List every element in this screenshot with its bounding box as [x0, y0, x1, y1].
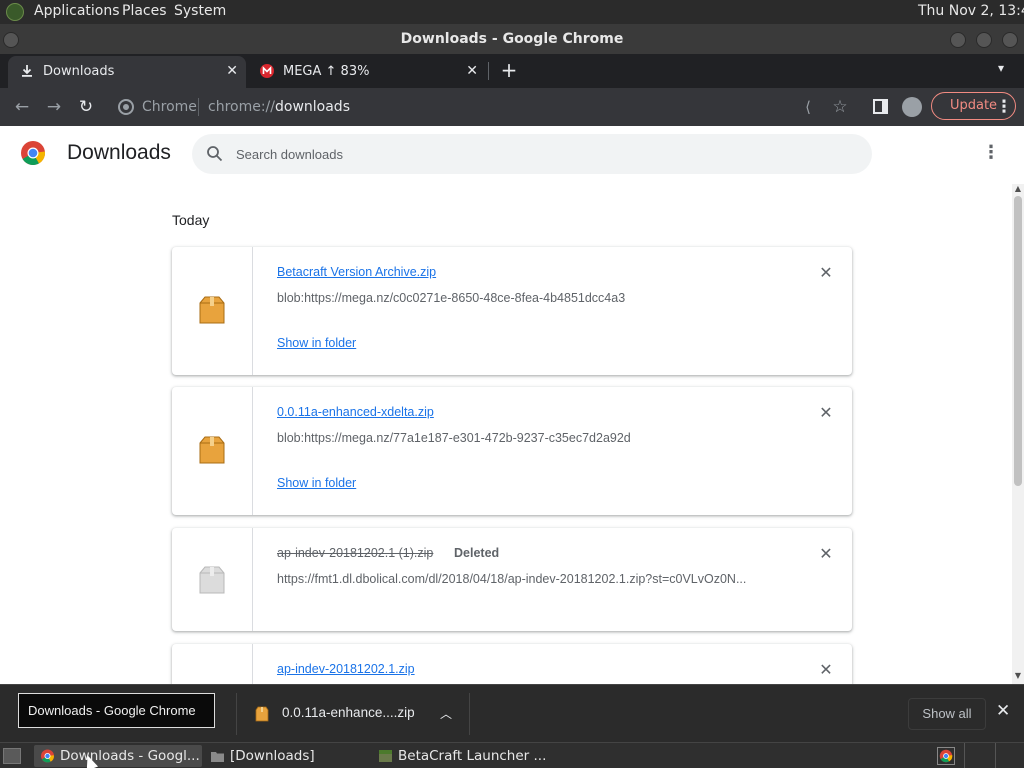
icon-column — [172, 528, 253, 631]
search-icon — [207, 146, 223, 162]
chrome-logo-icon — [21, 141, 45, 166]
taskbar: Downloads - Googl... [Downloads] BetaCra… — [0, 742, 1024, 768]
remove-item-icon[interactable]: ✕ — [816, 263, 836, 283]
tab-strip: Downloads ✕ MEGA ↑ 83% ✕ + ▾ — [0, 54, 1024, 88]
tab-downloads[interactable]: Downloads ✕ — [8, 56, 246, 88]
show-all-button[interactable]: Show all — [908, 698, 986, 730]
close-shelf-icon[interactable]: ✕ — [996, 701, 1010, 721]
tab-label: MEGA ↑ 83% — [283, 64, 370, 79]
browser-toolbar: ← → ↻ Chrome chrome://downloads ⟨ ☆ Upda… — [0, 88, 1024, 126]
downloads-page: Downloads ⋮ ▲ ▼ Today — [0, 126, 1024, 684]
new-tab-button[interactable]: + — [499, 58, 519, 82]
tab-search-chevron-icon[interactable]: ▾ — [992, 61, 1010, 79]
share-icon[interactable]: ⟨ — [798, 97, 818, 117]
show-in-folder-link[interactable]: Show in folder — [277, 476, 356, 490]
chrome-menu-icon[interactable]: ⋮ — [994, 97, 1014, 117]
icon-column — [172, 247, 253, 375]
remove-item-icon[interactable]: ✕ — [816, 403, 836, 423]
zip-file-icon — [199, 296, 225, 324]
tray-chrome-icon[interactable] — [937, 747, 955, 765]
clock[interactable]: Thu Nov 2, 13:40 — [918, 3, 1024, 19]
download-shelf: Downloads - Google Chrome 0.0.11a-enhanc… — [0, 684, 1024, 742]
task-label: [Downloads] — [230, 748, 315, 764]
profile-avatar-icon[interactable] — [902, 97, 922, 117]
remove-item-icon[interactable]: ✕ — [816, 544, 836, 564]
url-scheme: chrome:// — [208, 99, 275, 115]
scrollbar-thumb[interactable] — [1014, 196, 1022, 486]
url-host: downloads — [275, 99, 350, 115]
download-item-deleted: ap-indev-20181202.1 (1).zip Deleted http… — [172, 528, 852, 631]
minimize-icon[interactable] — [950, 32, 966, 48]
status-badge: Deleted — [454, 546, 500, 560]
task-label: Downloads - Googl... — [60, 748, 200, 764]
mega-icon — [260, 64, 274, 78]
show-in-folder-link[interactable]: Show in folder — [277, 336, 356, 350]
file-name-link[interactable]: Betacraft Version Archive.zip — [277, 265, 436, 279]
close-tab-icon[interactable]: ✕ — [466, 63, 478, 79]
section-header-today: Today — [172, 212, 210, 228]
gnome-logo-icon[interactable] — [6, 3, 24, 21]
task-chrome-downloads[interactable]: Downloads - Googl... — [34, 745, 202, 767]
tray-divider — [995, 743, 996, 768]
close-window-icon[interactable] — [1002, 32, 1018, 48]
more-options-icon[interactable]: ⋮ — [982, 142, 1000, 166]
file-source-url[interactable]: https://fmt1.dl.dbolical.com/dl/2018/04/… — [277, 572, 797, 586]
scroll-down-arrow-icon[interactable]: ▼ — [1013, 671, 1023, 681]
scrollbar[interactable] — [1012, 184, 1024, 684]
shelf-file-name: 0.0.11a-enhance....zip — [282, 705, 415, 720]
file-source-url[interactable]: blob:https://mega.nz/c0c0271e-8650-48ce-… — [277, 291, 797, 305]
back-arrow-icon[interactable]: ← — [12, 97, 32, 117]
forward-arrow-icon[interactable]: → — [44, 97, 64, 117]
chrome-icon — [41, 749, 54, 763]
file-name-link[interactable]: ap-indev-20181202.1.zip — [277, 662, 415, 676]
zip-file-icon — [199, 436, 225, 464]
file-name-deleted: ap-indev-20181202.1 (1).zip — [277, 546, 434, 560]
download-icon — [22, 65, 32, 77]
task-label: BetaCraft Launcher ... — [398, 748, 547, 764]
applications-menu[interactable]: Applications — [34, 3, 120, 19]
download-item: ap-indev-20181202.1.zip ✕ — [172, 644, 852, 684]
page-title: Downloads — [67, 141, 171, 164]
tab-divider — [488, 62, 489, 80]
task-betacraft[interactable]: BetaCraft Launcher ... — [372, 745, 546, 767]
chrome-small-icon — [118, 99, 134, 115]
icon-column — [172, 644, 253, 684]
search-box[interactable] — [192, 134, 872, 174]
close-tab-icon[interactable]: ✕ — [226, 63, 238, 79]
downloads-header: Downloads ⋮ — [0, 126, 1024, 182]
file-source-url[interactable]: blob:https://mega.nz/77a1e187-e301-472b-… — [277, 431, 797, 445]
betacraft-icon — [379, 750, 392, 762]
places-menu[interactable]: Places — [122, 3, 167, 19]
remove-item-icon[interactable]: ✕ — [816, 660, 836, 680]
omnibox[interactable]: Chrome chrome://downloads — [108, 92, 860, 122]
top-panel: Applications Places System Thu Nov 2, 13… — [0, 0, 1024, 24]
tray-divider — [964, 743, 965, 768]
window-tooltip: Downloads - Google Chrome — [18, 693, 215, 728]
show-desktop-icon[interactable] — [3, 748, 21, 764]
icon-column — [172, 387, 253, 515]
omnibox-separator — [198, 98, 199, 116]
tab-label: Downloads — [43, 64, 115, 79]
zip-file-icon — [255, 706, 269, 722]
search-input[interactable] — [236, 134, 836, 174]
file-name-link[interactable]: 0.0.11a-enhanced-xdelta.zip — [277, 405, 434, 419]
url-text[interactable]: chrome://downloads — [208, 99, 350, 115]
window-titlebar[interactable]: Downloads - Google Chrome — [0, 24, 1024, 54]
shelf-download-item[interactable]: 0.0.11a-enhance....zip ︿ — [236, 693, 470, 735]
omnibox-chip: Chrome — [142, 99, 197, 115]
side-panel-icon[interactable] — [873, 99, 888, 114]
zip-file-icon-greyed — [199, 566, 225, 594]
download-item: Betacraft Version Archive.zip blob:https… — [172, 247, 852, 375]
tab-mega[interactable]: MEGA ↑ 83% ✕ — [248, 56, 486, 88]
task-file-manager[interactable]: [Downloads] — [204, 745, 372, 767]
chevron-up-icon[interactable]: ︿ — [440, 705, 452, 722]
download-item: 0.0.11a-enhanced-xdelta.zip blob:https:/… — [172, 387, 852, 515]
system-menu[interactable]: System — [174, 3, 226, 19]
reload-icon[interactable]: ↻ — [76, 97, 96, 117]
folder-icon — [211, 752, 224, 762]
bookmark-star-icon[interactable]: ☆ — [830, 97, 850, 117]
window-title: Downloads - Google Chrome — [400, 31, 624, 47]
scroll-up-arrow-icon[interactable]: ▲ — [1013, 184, 1023, 194]
maximize-icon[interactable] — [976, 32, 992, 48]
